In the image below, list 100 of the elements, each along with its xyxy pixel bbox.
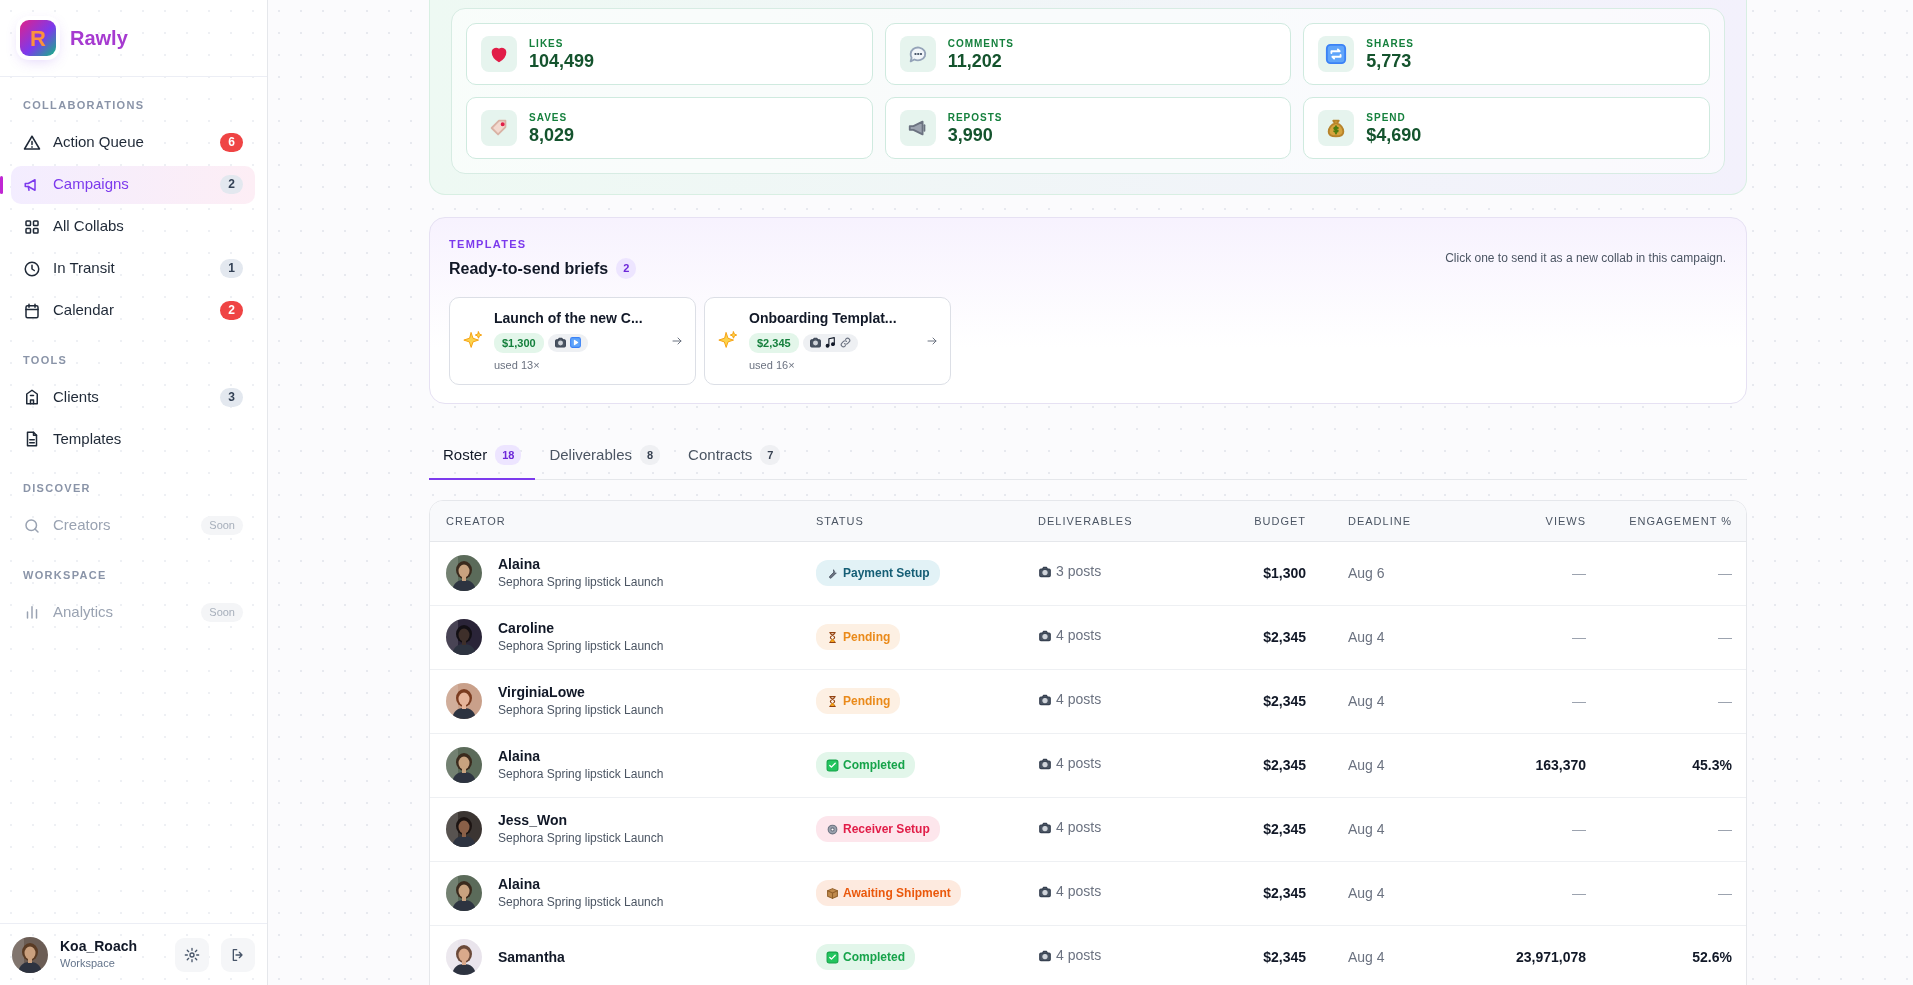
stat-label: SPEND [1366,110,1407,124]
count-badge: 2 [220,175,243,194]
deliverables-count: 4 posts [1056,946,1102,966]
usage-count: used 16× [749,358,796,373]
column-header: DELIVERABLES [1022,501,1222,541]
budget-amount: $2,345 [1263,948,1306,965]
stat-value: $4,690 [1366,123,1422,146]
deliverables-count: 4 posts [1056,818,1102,838]
status-pill: Completed [816,752,915,778]
engagement-rate: 52.6% [1692,948,1732,965]
creator-name: Samantha [498,948,565,966]
tab[interactable]: Deliverables 8 [535,433,675,480]
engagement-rate: — [1718,628,1732,645]
status-pill: Receiver Setup [816,816,940,842]
camera-icon [1038,628,1052,643]
logout-button[interactable] [221,937,255,972]
sidebar-item[interactable]: Clients 3 [11,378,255,416]
section-heading: DISCOVER [22,481,92,496]
camera-icon [1038,692,1052,707]
deadline-date: Aug 6 [1348,564,1385,581]
creator-name: Jess_Won [498,811,568,829]
sidebar-item[interactable]: All Collabs [11,207,255,246]
camera-icon [1038,756,1052,771]
engagement-rate: — [1718,692,1732,709]
sidebar-item[interactable]: In Transit 1 [11,249,255,288]
stat-value: 8,029 [529,123,575,146]
link-icon [838,336,852,350]
sidebar-item[interactable]: Templates [11,420,255,458]
section-heading: TOOLS [22,352,69,368]
stat-label: SAVES [529,110,569,124]
deliverables-count: 4 posts [1056,882,1102,902]
budget-amount: $1,300 [1263,564,1306,581]
creator-name: Alaina [498,555,541,573]
status-pill: Completed [816,944,915,970]
camera-icon [1038,884,1052,899]
section-title: Ready-to-send briefs [449,258,609,279]
grid-icon [23,217,41,236]
creator-name: Alaina [498,747,541,765]
camera-icon [1038,820,1052,835]
creator-name: Alaina [498,875,541,893]
hourglass-icon [826,694,839,708]
tab[interactable]: Contracts 7 [674,433,795,480]
status-pill: Awaiting Shipment [816,880,961,906]
engagement-rate: 45.3% [1692,756,1732,773]
price-tag: $2,345 [749,332,799,353]
settings-icon [184,946,200,963]
stat-label: REPOSTS [947,110,1003,124]
status-pill: Pending [816,688,901,714]
hint-text: Click one to send it as a new collab in this campaign. [1445,250,1726,268]
gear-icon [826,822,839,836]
creator-name: VirginiaLowe [498,683,586,701]
budget-amount: $2,345 [1263,884,1306,901]
engagement-rate: — [1718,820,1732,837]
column-header: STATUS [800,501,1022,541]
column-header: BUDGET [1222,501,1322,541]
brand-name: Rawly [70,26,128,51]
deliverables-count: 4 posts [1056,690,1102,710]
campaign-name: Sephora Spring lipstick Launch [498,894,664,911]
budget-amount: $2,345 [1263,820,1306,837]
hourglass-icon [826,630,839,644]
template-card[interactable]: Launch of the new C... $1,300 used 13× [449,296,696,385]
views-count: — [1572,820,1586,837]
building-icon [23,388,41,406]
deadline-date: Aug 4 [1348,884,1385,901]
deadline-date: Aug 4 [1348,820,1385,837]
music-note-icon [823,336,837,350]
campaign-name: Sephora Spring lipstick Launch [498,574,664,591]
user-name: Koa_Roach [60,937,139,956]
views-count: — [1572,692,1586,709]
views-count: — [1572,564,1586,581]
check-icon [826,758,839,772]
views-count: 23,971,078 [1515,948,1586,965]
stat-value: 11,202 [947,49,1003,72]
sidebar-item[interactable]: Action Queue 6 [11,123,255,162]
engagement-rate: — [1718,884,1732,901]
campaign-name: Sephora Spring lipstick Launch [498,766,664,783]
column-header: VIEWS [1472,501,1602,541]
package-icon [826,886,839,900]
views-count: — [1572,628,1586,645]
stat-label: SHARES [1366,36,1414,50]
play-icon [568,336,582,350]
sidebar-item[interactable]: Calendar 2 [11,291,255,330]
settings-button[interactable] [175,937,209,972]
template-card[interactable]: Onboarding Templat... $2,345 used 16× [704,296,951,385]
clock-icon [23,259,41,278]
stat-value: 5,773 [1366,49,1413,72]
deliverables-count: 3 posts [1056,562,1102,582]
camera-icon [1038,564,1052,579]
price-tag: $1,300 [494,332,544,353]
tab[interactable]: Roster 18 [429,433,536,480]
camera-icon [553,336,567,350]
count-badge: 6 [220,133,243,152]
count-badge: 1 [220,259,243,278]
stat-value: 3,990 [947,123,994,146]
engagement-rate: — [1718,564,1732,581]
deadline-date: Aug 4 [1348,628,1385,645]
budget-amount: $2,345 [1263,756,1306,773]
status-pill: Pending [816,624,901,650]
stat-label: LIKES [529,36,565,50]
usage-count: used 13× [494,358,541,373]
